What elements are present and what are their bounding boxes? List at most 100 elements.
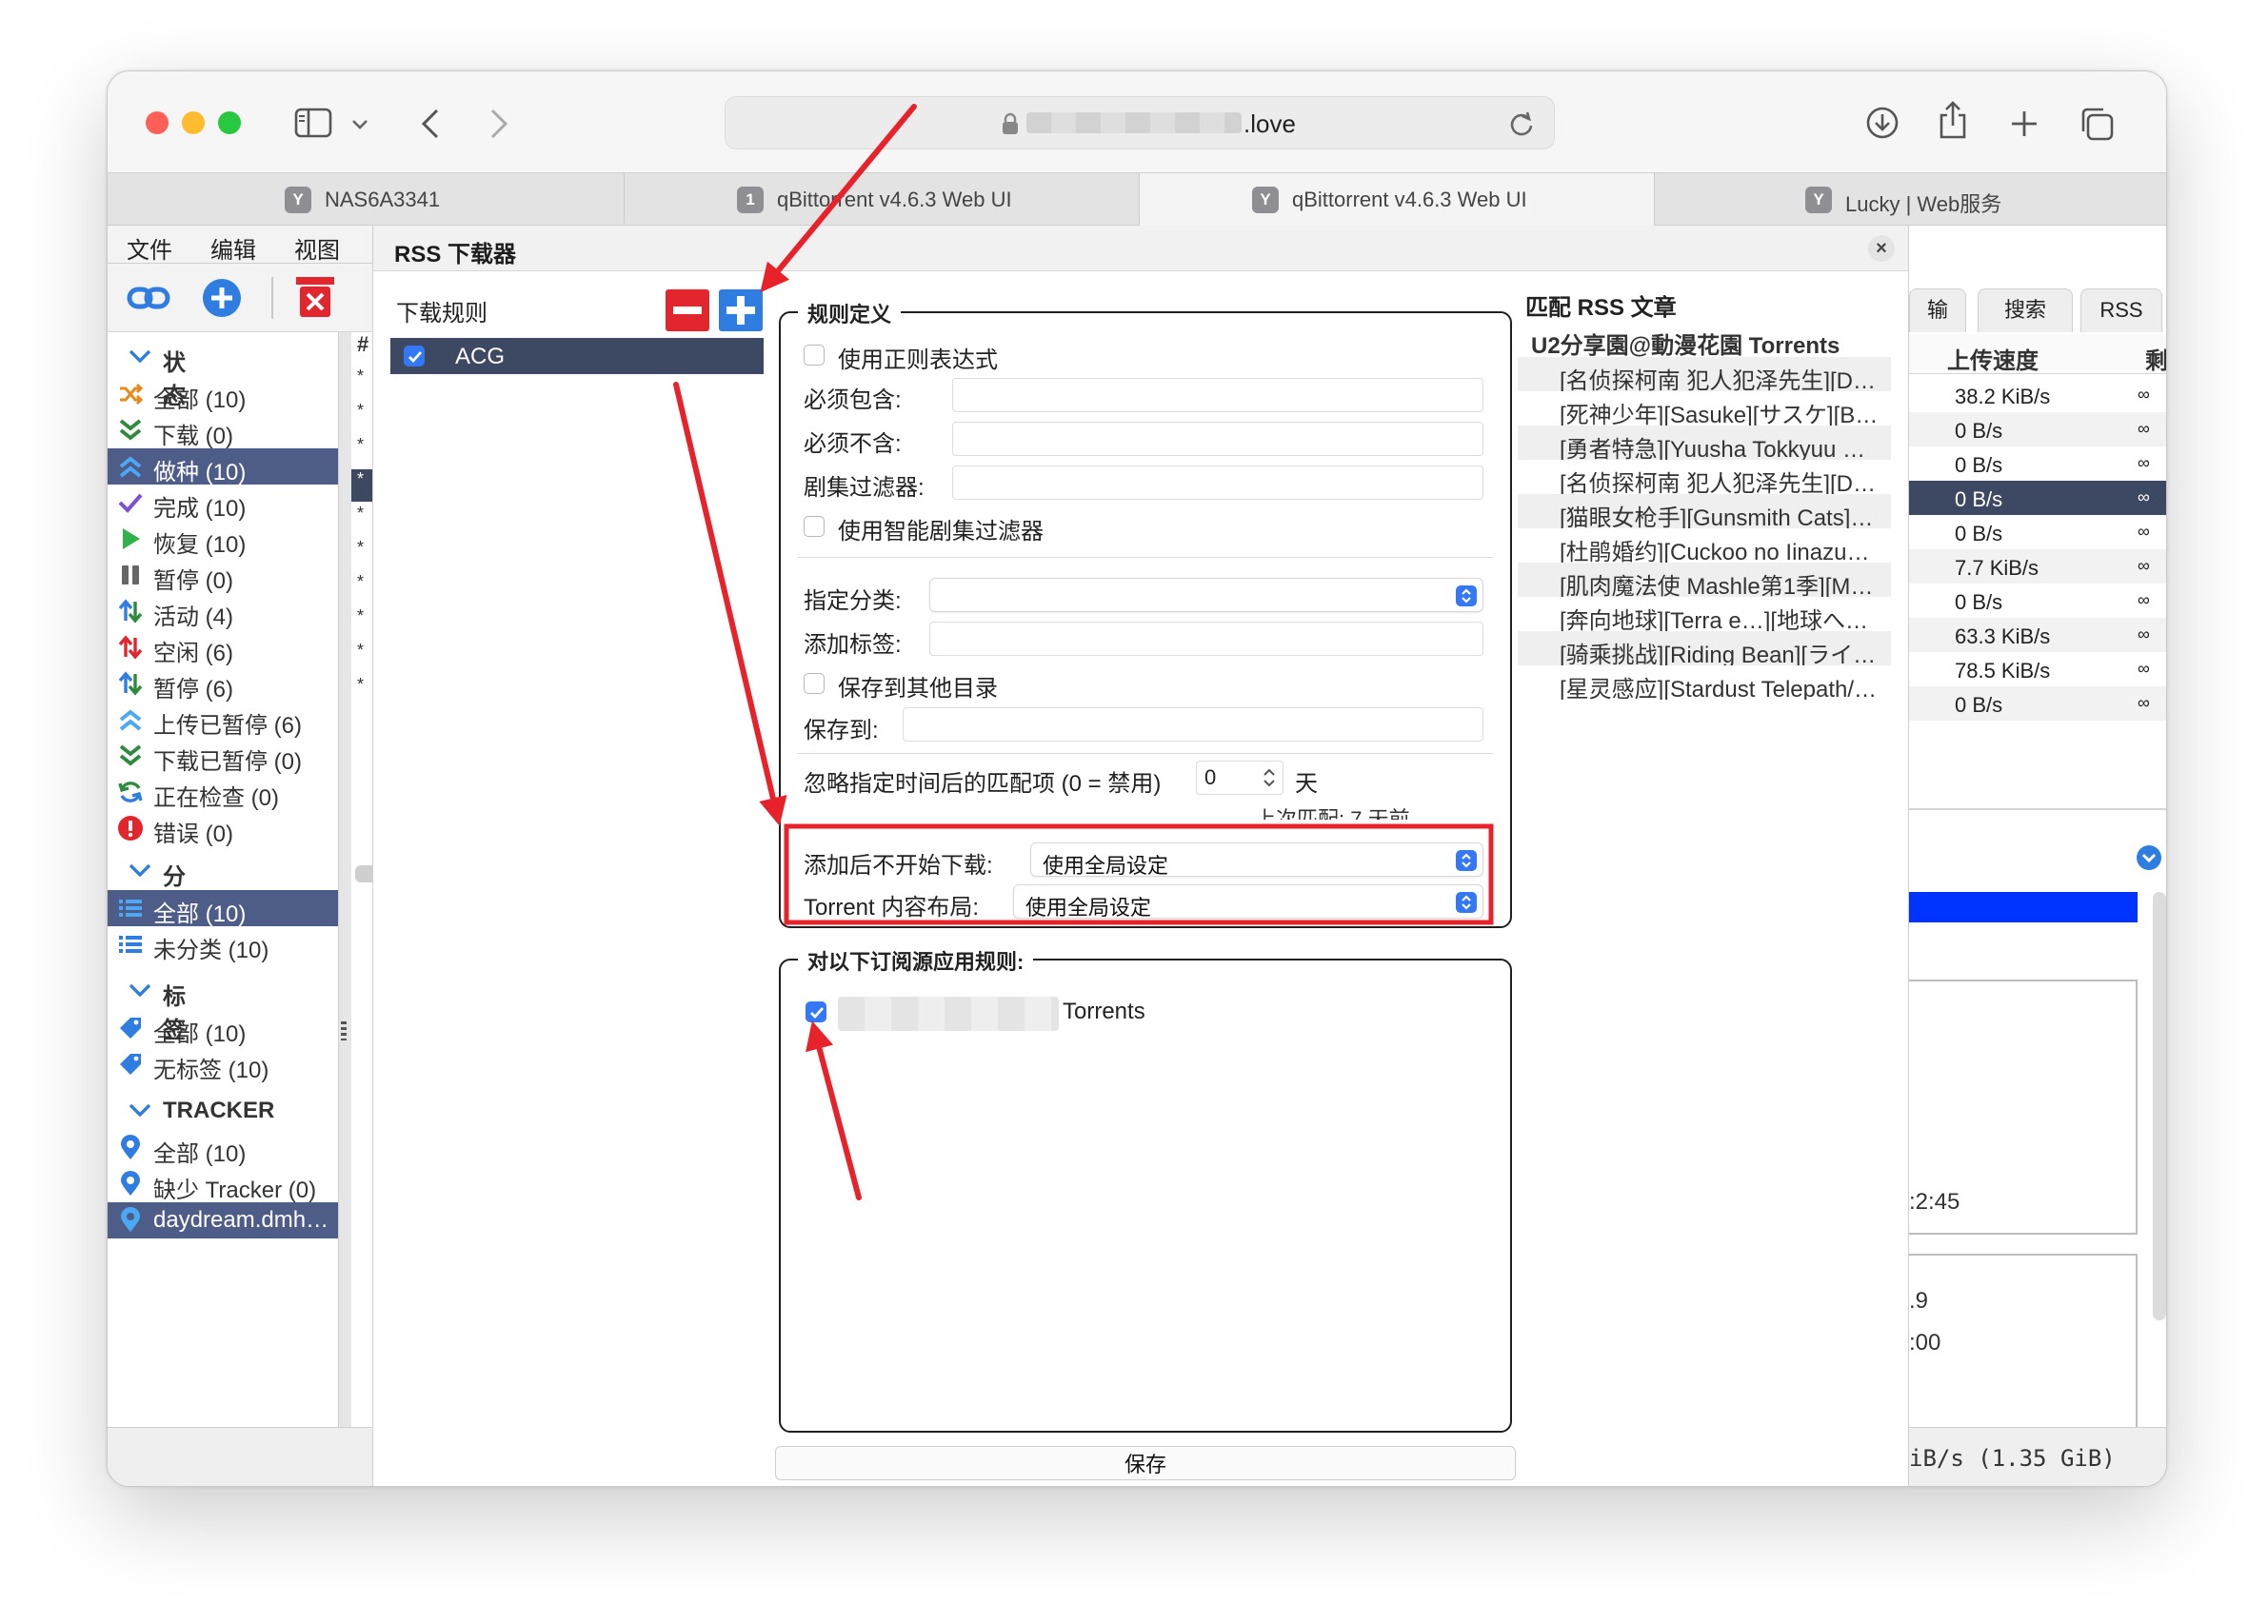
smart-filter-checkbox[interactable] [804, 516, 825, 537]
matching-article[interactable]: [名侦探柯南 犯人犯泽先生][D… [1518, 357, 1891, 391]
tracker-missing[interactable]: 缺少 Tracker (0) [108, 1166, 338, 1203]
status-resumed[interactable]: 恢复 (10) [108, 521, 338, 558]
menu-view[interactable]: 视图 [294, 231, 340, 265]
category-all[interactable]: 全部 (10) [108, 890, 338, 927]
section-divider [798, 753, 1493, 754]
episode-filter-input[interactable] [952, 465, 1483, 500]
status-upload-paused[interactable]: 上传已暂停 (6) [108, 702, 338, 739]
column-remaining[interactable]: 剩 [2145, 342, 2166, 375]
rule-enabled-checkbox[interactable] [404, 346, 425, 366]
zoom-window-button[interactable] [218, 111, 241, 134]
must-contain-input[interactable] [952, 378, 1483, 412]
forward-icon[interactable] [488, 108, 509, 140]
tracker-daydream[interactable]: daydream.dmh… [108, 1202, 338, 1238]
stepper-icon[interactable] [1261, 766, 1278, 789]
browser-tab[interactable]: 1 qBittorrent v4.6.3 Web UI [624, 173, 1139, 227]
matching-article[interactable]: [死神少年][Sasuke][サスケ][B… [1518, 391, 1891, 426]
matching-article[interactable]: [名侦探柯南 犯人犯泽先生][D… [1518, 460, 1891, 494]
status-inactive[interactable]: 空闲 (6) [108, 629, 338, 666]
back-icon[interactable] [420, 108, 441, 140]
ignore-days-label: 忽略指定时间后的匹配项 (0 = 禁用) [804, 771, 1162, 797]
torrent-row[interactable]: 7.7 KiB/s ∞ [1909, 549, 2166, 584]
status-active[interactable]: 活动 (4) [108, 593, 338, 630]
status-checking[interactable]: 正在检查 (0) [108, 774, 338, 811]
torrent-row[interactable]: 0 B/s ∞ [1909, 584, 2166, 618]
reload-icon[interactable] [1508, 110, 1535, 137]
matching-article[interactable]: [杜鹃婚约][Cuckoo no Iinazu… [1518, 528, 1891, 563]
tab-overview-icon[interactable] [2079, 106, 2115, 142]
rule-item-acg[interactable]: ACG [390, 338, 764, 374]
matching-article[interactable]: [奔向地球][Terra e…][地球へ… [1518, 597, 1891, 631]
add-rule-icon[interactable] [718, 288, 764, 332]
matching-article[interactable]: [勇者特急][Yuusha Tokkyuu … [1518, 426, 1891, 460]
last-match-text: 上次匹配: 7 天前 [1255, 807, 1410, 820]
tag-untagged[interactable]: 无标签 (10) [108, 1046, 338, 1083]
status-error[interactable]: 错误 (0) [108, 810, 338, 847]
browser-tab-active[interactable]: Y qBittorrent v4.6.3 Web UI [1139, 173, 1654, 227]
tab-transfers[interactable]: 输 [1909, 288, 1966, 332]
delete-icon[interactable] [294, 273, 336, 321]
status-paused[interactable]: 暂停 (0) [108, 557, 338, 594]
category-uncategorized[interactable]: 未分类 (10) [108, 926, 338, 963]
torrent-row[interactable]: 78.5 KiB/s ∞ [1909, 652, 2166, 686]
tab-rss[interactable]: RSS [2080, 288, 2162, 332]
category-select[interactable] [929, 578, 1483, 612]
torrent-row[interactable]: 63.3 KiB/s ∞ [1909, 618, 2166, 652]
use-regex-checkbox[interactable] [804, 345, 825, 366]
status-stalled[interactable]: 暂停 (6) [108, 665, 338, 703]
add-paused-select[interactable]: 使用全局设定 [1030, 842, 1483, 878]
tab-strip: Y NAS6A3341 1 qBittorrent v4.6.3 Web UI … [108, 172, 2166, 227]
matching-article[interactable]: [肌肉魔法使 Mashle第1季][M… [1518, 563, 1891, 597]
new-tab-icon[interactable] [2010, 109, 2039, 138]
close-window-button[interactable] [146, 111, 169, 134]
collapse-icon[interactable] [2136, 844, 2162, 871]
save-other-dir-checkbox[interactable] [804, 673, 825, 694]
status-downloading[interactable]: 下载 (0) [108, 412, 338, 449]
close-dialog-button[interactable]: × [1868, 235, 1895, 262]
download-icon[interactable] [1865, 106, 1900, 140]
updown-icon [118, 599, 143, 624]
column-upload-speed[interactable]: 上传速度 [1947, 342, 2039, 375]
content-layout-select[interactable]: 使用全局设定 [1013, 884, 1483, 920]
torrent-row[interactable]: 0 B/s ∞ [1909, 515, 2166, 549]
matching-article[interactable]: [猫眼女枪手][Gunsmith Cats]… [1518, 494, 1891, 528]
save-path-input[interactable] [903, 707, 1483, 742]
menu-file[interactable]: 文件 [127, 231, 172, 265]
link-icon[interactable] [127, 277, 170, 319]
status-completed[interactable]: 完成 (10) [108, 485, 338, 522]
sidebar-icon[interactable] [294, 108, 332, 138]
torrent-row[interactable]: 0 B/s ∞ [1909, 446, 2166, 481]
tab-search[interactable]: 搜索 [1978, 288, 2073, 332]
must-not-contain-input[interactable] [952, 422, 1483, 456]
torrent-row[interactable]: 38.2 KiB/s ∞ [1909, 378, 2166, 412]
address-bar[interactable]: .love [725, 96, 1555, 149]
torrent-row-selected[interactable]: 0 B/s ∞ [1909, 481, 2166, 515]
torrent-row[interactable]: 0 B/s ∞ [1909, 412, 2166, 446]
torrent-row[interactable]: 0 B/s ∞ [1909, 686, 2166, 721]
menu-edit[interactable]: 编辑 [210, 231, 256, 265]
status-seeding[interactable]: 做种 (10) [108, 448, 338, 485]
browser-tab[interactable]: Y Lucky | Web服务 [1654, 173, 2166, 227]
tracker-all[interactable]: 全部 (10) [108, 1130, 338, 1167]
feed-checkbox[interactable] [806, 1001, 826, 1022]
sidebar-splitter[interactable] [338, 332, 351, 1427]
status-download-paused[interactable]: 下载已暂停 (0) [108, 738, 338, 775]
episode-filter-label: 剧集过滤器: [804, 475, 925, 501]
last-match-clip: 上次匹配: 7 天前 [1255, 802, 1493, 820]
chevron-down-icon[interactable] [351, 119, 368, 130]
share-icon[interactable] [1938, 100, 1968, 140]
tag-all[interactable]: 全部 (10) [108, 1010, 338, 1047]
matching-article[interactable]: [星灵感应][Stardust Telepath/… [1518, 665, 1891, 700]
save-button[interactable]: 保存 [775, 1446, 1516, 1480]
tags-label: 添加标签: [804, 632, 902, 658]
tags-input[interactable] [929, 622, 1483, 656]
status-all[interactable]: 全部 (10) [108, 376, 338, 413]
updown-icon [118, 671, 143, 696]
add-icon[interactable] [201, 277, 243, 319]
matching-article[interactable]: [骑乘挑战][Riding Bean][ライ… [1518, 631, 1891, 665]
details-scrollbar[interactable] [2153, 892, 2166, 1320]
remove-rule-icon[interactable] [665, 288, 710, 332]
pause-icon [122, 565, 139, 584]
browser-tab[interactable]: Y NAS6A3341 [108, 173, 624, 227]
minimize-window-button[interactable] [182, 111, 205, 134]
